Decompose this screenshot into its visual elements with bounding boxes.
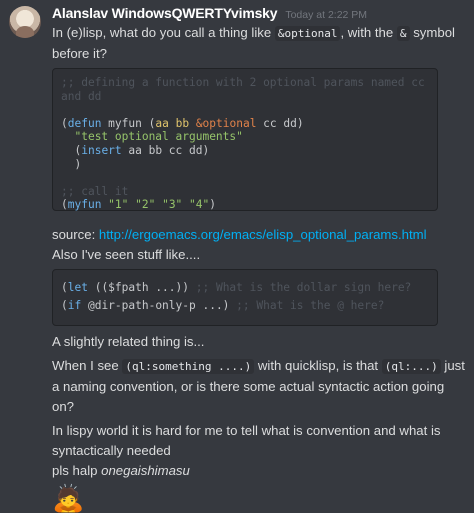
code-token: myfun	[101, 116, 149, 130]
message-header: Alanslav WindowsQWERTYvimsky Today at 2:…	[52, 5, 466, 23]
message-text: A slightly related thing is...	[52, 334, 205, 349]
message-text: pls halp onegaishimasu	[52, 461, 466, 481]
timestamp: Today at 2:22 PM	[285, 9, 368, 21]
code-string: "test optional arguments"	[74, 130, 243, 144]
code-var: bb	[175, 116, 190, 130]
code-string: "2"	[128, 198, 156, 212]
code-comment: ;; What is the @ here?	[236, 299, 385, 312]
message-text: In (e)lisp, what do you call a thing lik…	[52, 23, 466, 64]
text-segment: When I see	[52, 358, 123, 373]
inline-code: &optional	[274, 26, 341, 41]
code-keyword: let	[67, 281, 88, 294]
text-segment: In (e)lisp, what do you call a thing lik…	[52, 25, 275, 40]
inline-code: (ql:...)	[381, 359, 441, 374]
code-token: )	[209, 198, 216, 212]
code-comment: ;; defining a function with 2 optional p…	[61, 76, 425, 89]
code-block: (let (($fpath ...)) ;; What is the dolla…	[52, 269, 438, 326]
inline-code: (ql:something ....)	[122, 359, 255, 374]
code-var: aa	[155, 116, 169, 130]
message-text: source: http://ergoemacs.org/emacs/elisp…	[52, 225, 466, 245]
inline-code: &	[396, 26, 410, 41]
code-comment: ;; What is the dollar sign here?	[195, 281, 412, 294]
message-text: Also I've seen stuff like....	[52, 247, 201, 262]
code-token: aa bb cc dd)	[121, 143, 210, 157]
code-keyword: insert	[81, 143, 122, 157]
code-keyword: myfun	[67, 198, 102, 212]
text-segment: with quicklisp, is that	[254, 358, 382, 373]
code-comment: ;; call it	[61, 184, 129, 198]
code-token: (	[61, 198, 68, 212]
text-segment: source:	[52, 227, 99, 242]
code-keyword: if	[67, 299, 82, 312]
code-keyword: &optional	[195, 116, 257, 130]
source-link[interactable]: http://ergoemacs.org/emacs/elisp_optiona…	[99, 227, 427, 242]
code-token: (($fpath ...))	[87, 281, 196, 294]
avatar[interactable]	[9, 6, 41, 38]
code-string: "4"	[182, 198, 210, 212]
code-token: (	[61, 281, 68, 294]
text-segment: , with the	[340, 25, 397, 40]
code-keyword: defun	[67, 116, 102, 130]
chat-message: Alanslav WindowsQWERTYvimsky Today at 2:…	[0, 0, 474, 513]
code-token: )	[74, 157, 82, 171]
code-token: cc dd)	[256, 116, 304, 130]
code-string: "3"	[155, 198, 183, 212]
code-comment: and dd	[61, 89, 102, 103]
message-text: When I see (ql:something ....) with quic…	[52, 356, 466, 417]
code-string: "1"	[101, 198, 129, 212]
emphasis-text: onegaishimasu	[101, 463, 190, 478]
text-segment: pls halp	[52, 463, 102, 478]
code-token: @dir-path-only-p ...)	[81, 299, 237, 312]
code-token: (	[61, 116, 68, 130]
bowing-person-emoji[interactable]: 🙇	[52, 483, 466, 513]
message-text: In lispy world it is hard for me to tell…	[52, 423, 441, 458]
username[interactable]: Alanslav WindowsQWERTYvimsky	[52, 5, 278, 21]
code-block: ;; defining a function with 2 optional p…	[52, 68, 438, 211]
code-token: (	[61, 299, 68, 312]
